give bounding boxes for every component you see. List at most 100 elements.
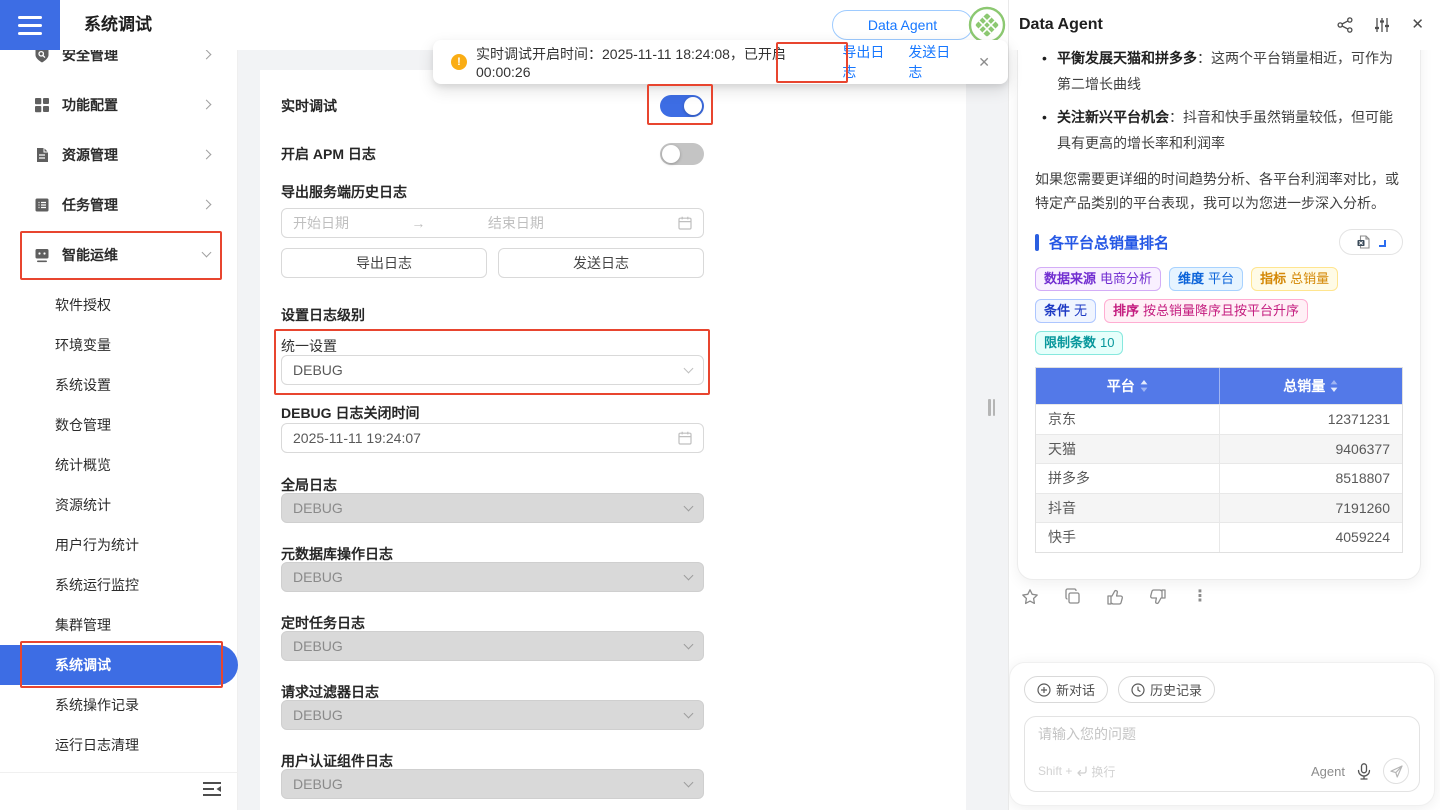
thumbs-up-icon[interactable] bbox=[1106, 588, 1124, 606]
sidebar-subitem-operation-log[interactable]: 系统操作记录 bbox=[0, 685, 238, 725]
apm-log-toggle[interactable] bbox=[660, 143, 704, 165]
panel-resizer-handle[interactable] bbox=[988, 399, 997, 416]
sidebar-subitem-system-settings[interactable]: 系统设置 bbox=[0, 365, 238, 405]
cron-log-select: DEBUG bbox=[281, 631, 704, 661]
sidebar-subitem-user-behavior[interactable]: 用户行为统计 bbox=[0, 525, 238, 565]
app-logo-icon bbox=[968, 6, 1006, 44]
date-range-picker[interactable]: 开始日期 → 结束日期 bbox=[281, 208, 704, 238]
sidebar-item-tasks[interactable]: 任务管理 bbox=[0, 180, 238, 230]
range-arrow-icon: → bbox=[359, 215, 478, 231]
history-label: 历史记录 bbox=[1150, 680, 1202, 699]
debug-close-time-input[interactable]: 2025-11-11 19:24:07 bbox=[281, 423, 704, 453]
metadb-log-select: DEBUG bbox=[281, 562, 704, 592]
request-filter-log-label: 请求过滤器日志 bbox=[281, 684, 966, 700]
sidebar-subitem-system-debug[interactable]: 系统调试 bbox=[0, 645, 238, 685]
sidebar-subitem-software-license[interactable]: 软件授权 bbox=[0, 285, 238, 325]
data-agent-button[interactable]: Data Agent bbox=[832, 10, 973, 40]
section-toolbar[interactable] bbox=[1339, 229, 1403, 255]
export-log-button[interactable]: 导出日志 bbox=[281, 248, 487, 278]
tag-value: 10 bbox=[1100, 335, 1114, 350]
unified-setting-label: 统一设置 bbox=[281, 337, 966, 355]
page-title: 系统调试 bbox=[84, 0, 152, 50]
cell-total: 4059224 bbox=[1219, 523, 1403, 552]
sidebar-item-label: 资源管理 bbox=[62, 130, 118, 180]
microphone-icon[interactable] bbox=[1357, 763, 1371, 780]
history-button[interactable]: 历史记录 bbox=[1118, 676, 1215, 703]
tag-value: 无 bbox=[1074, 303, 1087, 318]
more-options-icon[interactable]: ⋮ bbox=[1192, 588, 1208, 606]
request-filter-log-select: DEBUG bbox=[281, 700, 704, 730]
sidebar-item-features[interactable]: 功能配置 bbox=[0, 80, 238, 130]
tag-label: 指标 bbox=[1260, 271, 1286, 286]
sidebar-subitem-runlog-clean[interactable]: 运行日志清理 bbox=[0, 725, 238, 765]
copy-icon[interactable] bbox=[1064, 588, 1081, 606]
task-list-icon bbox=[34, 197, 50, 213]
thumbs-down-icon[interactable] bbox=[1149, 588, 1167, 606]
agent-mode-label[interactable]: Agent bbox=[1311, 764, 1345, 779]
sidebar-subitem-stats-overview[interactable]: 统计概览 bbox=[0, 445, 238, 485]
chevron-down-icon bbox=[684, 502, 694, 512]
realtime-debug-toggle[interactable] bbox=[660, 95, 704, 117]
sidebar-subitem-resource-stats[interactable]: 资源统计 bbox=[0, 485, 238, 525]
sidebar-item-label: 功能配置 bbox=[62, 80, 118, 130]
sidebar: 安全管理 功能配置 资源管理 任务管理 智能运维 软件授权 环境变量 系统设置 … bbox=[0, 0, 238, 810]
table-row: 京东12371231 bbox=[1036, 404, 1402, 434]
header-label: 总销量 bbox=[1283, 376, 1325, 396]
chevron-right-icon bbox=[202, 100, 212, 110]
sidebar-subitem-cluster[interactable]: 集群管理 bbox=[0, 605, 238, 645]
debug-close-time-value: 2025-11-11 19:24:07 bbox=[293, 430, 678, 446]
close-panel-icon[interactable]: ✕ bbox=[1411, 17, 1424, 33]
table-row: 抖音7191260 bbox=[1036, 493, 1402, 523]
favorite-star-icon[interactable] bbox=[1021, 588, 1039, 606]
chevron-down-icon bbox=[684, 640, 694, 650]
auth-component-log-label: 用户认证组件日志 bbox=[281, 753, 966, 769]
section-title: 各平台总销量排名 bbox=[1049, 232, 1169, 253]
toast-send-log-link[interactable]: 发送日志 bbox=[908, 42, 961, 82]
collapse-section-icon[interactable] bbox=[1379, 240, 1386, 247]
cell-total: 9406377 bbox=[1219, 435, 1403, 464]
chevron-down-icon bbox=[684, 709, 694, 719]
tag-label: 条件 bbox=[1044, 303, 1070, 318]
settings-sliders-icon[interactable] bbox=[1374, 17, 1390, 33]
chevron-right-icon bbox=[202, 150, 212, 160]
tag-value: 平台 bbox=[1208, 271, 1234, 286]
global-log-select: DEBUG bbox=[281, 493, 704, 523]
select-value: DEBUG bbox=[293, 707, 343, 723]
send-message-icon[interactable] bbox=[1383, 758, 1409, 784]
agent-bullet: 平衡发展天猫和拼多多：这两个平台销量相近，可作为第二增长曲线 bbox=[1035, 45, 1403, 97]
table-header-total-sales[interactable]: 总销量 bbox=[1219, 368, 1403, 404]
sidebar-subitem-warehouse[interactable]: 数仓管理 bbox=[0, 405, 238, 445]
apm-log-label: 开启 APM 日志 bbox=[281, 144, 376, 164]
sidebar-subitem-env-vars[interactable]: 环境变量 bbox=[0, 325, 238, 365]
sidebar-item-intelligent-ops[interactable]: 智能运维 bbox=[0, 230, 238, 280]
sidebar-subitem-system-monitor[interactable]: 系统运行监控 bbox=[0, 565, 238, 605]
agent-paragraph: 如果您需要更详细的时间趋势分析、各平台利润率对比，或特定产品类别的平台表现，我可… bbox=[1035, 167, 1403, 215]
excel-export-icon[interactable] bbox=[1357, 235, 1370, 249]
debug-settings-panel: 实时调试 开启 APM 日志 导出服务端历史日志 开始日期 → 结束日期 导出日… bbox=[260, 70, 966, 810]
auth-component-log-select: DEBUG bbox=[281, 769, 704, 799]
send-log-button[interactable]: 发送日志 bbox=[498, 248, 704, 278]
tag-value: 电商分析 bbox=[1100, 271, 1152, 286]
query-tags: 数据来源电商分析 维度平台 指标总销量 条件无 排序按总销量降序且按平台升序 限… bbox=[1035, 267, 1403, 355]
toast-message: 实时调试开启时间：2025-11-11 18:24:08，已开启 00:00:2… bbox=[476, 44, 824, 80]
table-row: 拼多多8518807 bbox=[1036, 463, 1402, 493]
collapse-sidebar-icon[interactable] bbox=[202, 780, 224, 800]
chevron-down-icon bbox=[684, 778, 694, 788]
sidebar-divider bbox=[0, 772, 238, 773]
new-chat-button[interactable]: 新对话 bbox=[1024, 676, 1108, 703]
hamburger-menu-button[interactable] bbox=[0, 0, 60, 50]
global-log-label: 全局日志 bbox=[281, 477, 966, 493]
toast-export-log-link[interactable]: 导出日志 bbox=[842, 42, 895, 82]
sidebar-item-resources[interactable]: 资源管理 bbox=[0, 130, 238, 180]
chat-input-box[interactable]: Shift + 换行 Agent bbox=[1024, 716, 1420, 792]
chat-input[interactable] bbox=[1038, 726, 1318, 742]
tag-value: 总销量 bbox=[1290, 271, 1329, 286]
select-value: DEBUG bbox=[293, 638, 343, 654]
unified-log-level-select[interactable]: DEBUG bbox=[281, 355, 704, 385]
tag-label: 排序 bbox=[1113, 303, 1139, 318]
unified-log-level-value: DEBUG bbox=[293, 362, 343, 378]
table-header-platform[interactable]: 平台 bbox=[1036, 368, 1219, 404]
tag-label: 限制条数 bbox=[1044, 335, 1096, 350]
share-icon[interactable] bbox=[1337, 17, 1353, 33]
toast-close-icon[interactable]: ✕ bbox=[978, 54, 990, 71]
